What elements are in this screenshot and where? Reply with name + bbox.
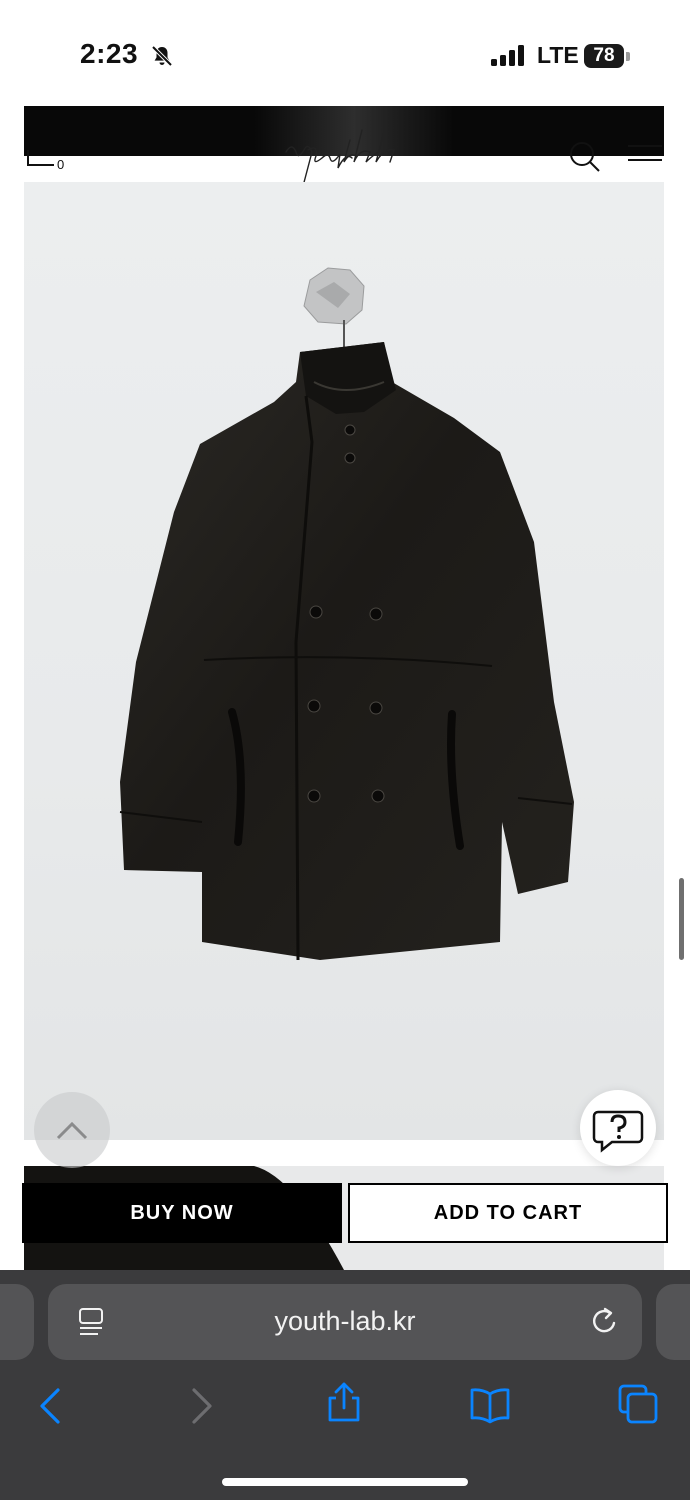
signal-icon xyxy=(491,45,524,66)
jacket-illustration xyxy=(119,267,574,961)
tabs-icon[interactable] xyxy=(616,1382,660,1426)
share-icon[interactable] xyxy=(322,1380,366,1424)
bookmarks-icon[interactable] xyxy=(468,1384,512,1428)
back-icon[interactable] xyxy=(28,1384,72,1428)
cart-icon[interactable] xyxy=(26,148,56,168)
battery-icon: 78 xyxy=(584,44,630,68)
bell-slash-icon xyxy=(151,45,173,67)
question-chat-icon xyxy=(592,1110,644,1153)
buy-now-button[interactable]: BUY NOW xyxy=(22,1183,342,1243)
url-text[interactable]: youth-lab.kr xyxy=(48,1306,642,1337)
menu-icon[interactable] xyxy=(626,140,664,166)
product-image[interactable] xyxy=(24,182,664,1140)
add-to-cart-button[interactable]: ADD TO CART xyxy=(348,1183,668,1243)
network-type: LTE xyxy=(537,42,579,68)
status-time: 2:23 xyxy=(80,38,139,69)
reload-icon[interactable] xyxy=(588,1306,620,1338)
previous-tab-preview[interactable] xyxy=(0,1284,34,1360)
page-scroll-indicator[interactable] xyxy=(679,878,684,960)
next-tab-preview[interactable] xyxy=(656,1284,690,1360)
search-icon[interactable] xyxy=(566,138,602,174)
home-indicator xyxy=(222,1478,468,1486)
forward-icon[interactable] xyxy=(180,1384,224,1428)
battery-level: 78 xyxy=(584,44,624,68)
scroll-top-button[interactable] xyxy=(34,1092,110,1168)
chevron-up-icon xyxy=(56,1121,88,1140)
help-chat-button[interactable] xyxy=(580,1090,656,1166)
battery-tip xyxy=(626,52,630,61)
cart-count: 0 xyxy=(57,157,65,172)
